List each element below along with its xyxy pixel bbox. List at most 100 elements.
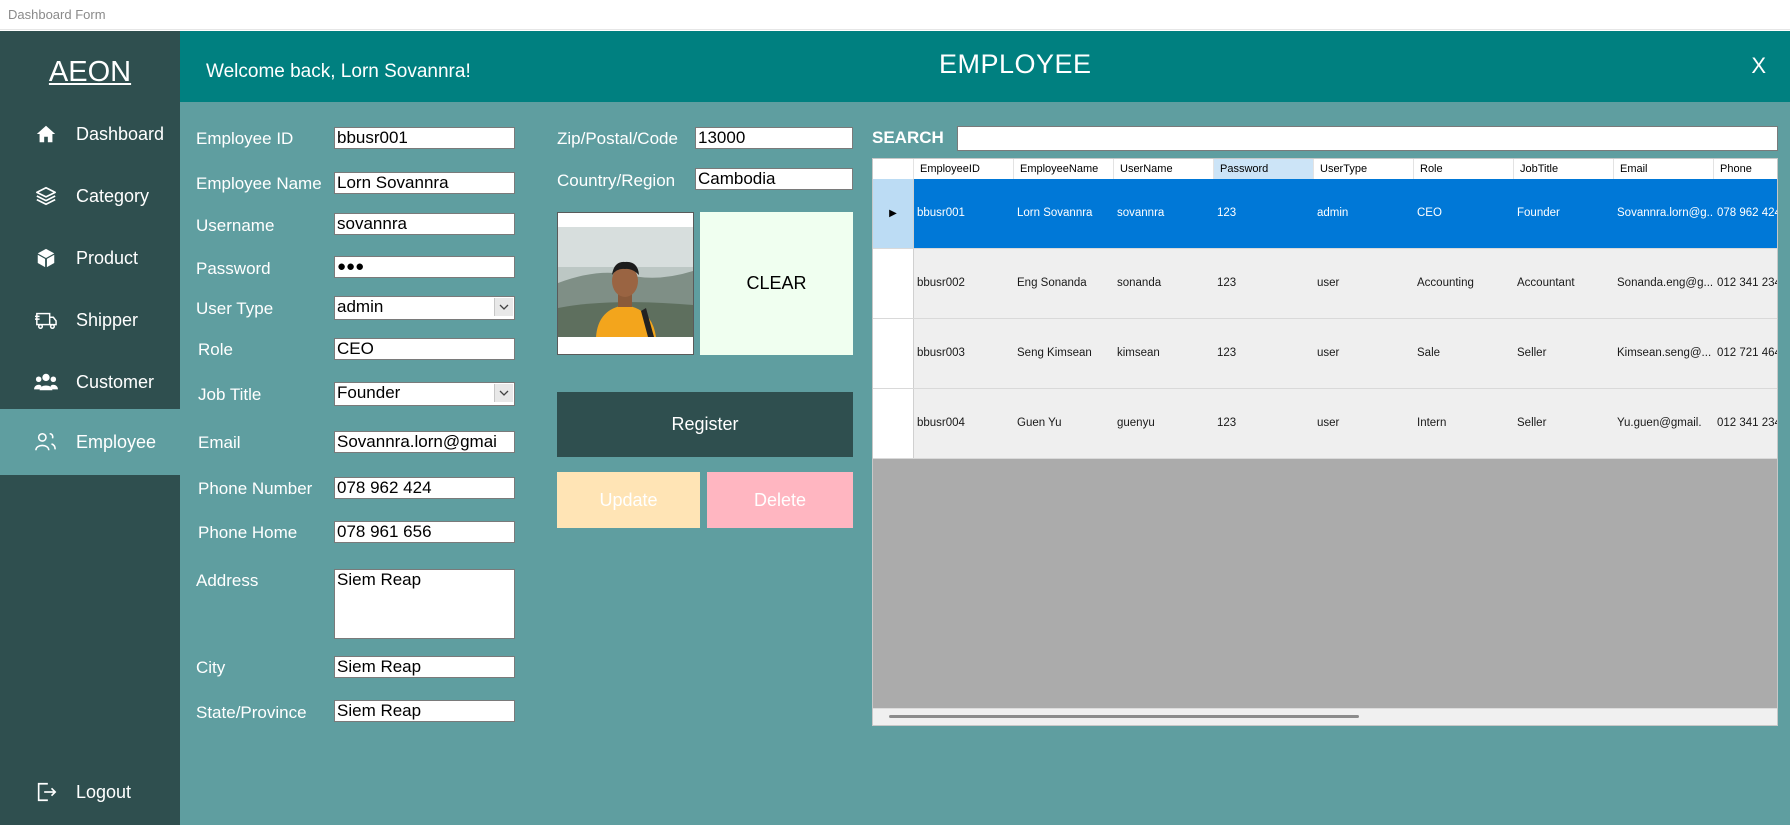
table-cell-employeename[interactable]: Lorn Sovannra [1014, 179, 1114, 248]
welcome-message: Welcome back, Lorn Sovannra! [206, 61, 471, 82]
table-header: EmployeeID EmployeeName UserName Passwor… [873, 159, 1777, 180]
employee-name-field[interactable]: Lorn Sovannra [334, 172, 515, 194]
column-header-usertype[interactable]: UserType [1314, 159, 1414, 179]
logout-button[interactable]: Logout [0, 761, 180, 823]
table-cell-usertype[interactable]: user [1314, 319, 1414, 388]
table-cell-jobtitle[interactable]: Founder [1514, 179, 1614, 248]
username-field[interactable]: sovannra [334, 213, 515, 235]
table-cell-employeeid[interactable]: bbusr003 [914, 319, 1014, 388]
role-field[interactable]: CEO [334, 338, 515, 360]
column-header-email[interactable]: Email [1614, 159, 1714, 179]
job-title-select[interactable]: Founder [334, 382, 515, 406]
phone-home-field[interactable]: 078 961 656 [334, 521, 515, 543]
table-row[interactable]: bbusr003 Seng Kimsean kimsean 123 user Sale Se… [873, 319, 1777, 389]
phone-number-label: Phone Number [198, 479, 313, 498]
table-cell-usertype[interactable]: user [1314, 389, 1414, 458]
table-cell-password[interactable]: 123 [1214, 249, 1314, 318]
column-header-employeename[interactable]: EmployeeName [1014, 159, 1114, 179]
column-header-jobtitle[interactable]: JobTitle [1514, 159, 1614, 179]
clear-button[interactable]: CLEAR [700, 212, 853, 355]
address-label: Address [196, 571, 259, 590]
horizontal-scrollbar[interactable] [873, 708, 1777, 725]
user-type-select[interactable]: admin [334, 296, 515, 320]
table-row[interactable]: bbusr002 Eng Sonanda sonanda 123 user Account… [873, 249, 1777, 319]
sidebar-item-product[interactable]: Product [0, 227, 180, 289]
table-cell-role[interactable]: CEO [1414, 179, 1514, 248]
employee-id-field[interactable]: bbusr001 [334, 127, 515, 149]
sidebar-item-label: Employee [76, 431, 157, 452]
email-field[interactable]: Sovannra.lorn@gmai [334, 431, 515, 453]
employee-photo[interactable] [557, 212, 694, 355]
sidebar-item-label: Dashboard [76, 123, 165, 144]
country-label: Country/Region [557, 171, 676, 190]
scrollbar-thumb[interactable] [889, 715, 1359, 718]
row-header[interactable] [873, 389, 914, 458]
sidebar-item-dashboard[interactable]: Dashboard [0, 103, 180, 165]
password-field[interactable]: ●●● [334, 256, 515, 278]
table-cell-phone[interactable]: 012 341 234 [1714, 249, 1777, 318]
column-header-employeeid[interactable]: EmployeeID [914, 159, 1014, 179]
table-cell-password[interactable]: 123 [1214, 319, 1314, 388]
table-cell-usertype[interactable]: admin [1314, 179, 1414, 248]
register-button[interactable]: Register [557, 392, 853, 457]
table-cell-jobtitle[interactable]: Seller [1514, 389, 1614, 458]
sidebar-item-shipper[interactable]: Shipper [0, 289, 180, 351]
table-cell-employeeid[interactable]: bbusr004 [914, 389, 1014, 458]
table-cell-email[interactable]: Kimsean.seng@... [1614, 319, 1714, 388]
employee-id-label: Employee ID [196, 129, 294, 148]
search-input[interactable] [957, 126, 1778, 151]
chevron-down-icon[interactable] [494, 384, 513, 402]
sidebar-item-customer[interactable]: Customer [0, 351, 180, 413]
employee-table[interactable]: EmployeeID EmployeeName UserName Passwor… [872, 158, 1778, 726]
table-cell-employeeid[interactable]: bbusr002 [914, 249, 1014, 318]
user-type-label: User Type [196, 299, 274, 318]
city-field[interactable]: Siem Reap [334, 656, 515, 678]
table-cell-role[interactable]: Intern [1414, 389, 1514, 458]
column-header-password[interactable]: Password [1214, 159, 1314, 179]
table-cell-phone[interactable]: 078 962 424 [1714, 179, 1777, 248]
table-cell-email[interactable]: Sovannra.lorn@g... [1614, 179, 1714, 248]
table-row[interactable]: ▶ bbusr001 Lorn Sovannra sovannra 123 admin CE… [873, 179, 1777, 249]
column-header-role[interactable]: Role [1414, 159, 1514, 179]
update-button[interactable]: Update [557, 472, 700, 528]
state-field[interactable]: Siem Reap [334, 700, 515, 722]
table-cell-employeename[interactable]: Eng Sonanda [1014, 249, 1114, 318]
table-cell-email[interactable]: Sonanda.eng@g... [1614, 249, 1714, 318]
row-header[interactable] [873, 249, 914, 318]
table-cell-phone[interactable]: 012 721 464 [1714, 319, 1777, 388]
table-cell-password[interactable]: 123 [1214, 389, 1314, 458]
table-cell-phone[interactable]: 012 341 234 [1714, 389, 1777, 458]
table-cell-employeename[interactable]: Guen Yu [1014, 389, 1114, 458]
sidebar: AEON Dashboard Category Product Shipper … [0, 31, 180, 825]
table-cell-jobtitle[interactable]: Accountant [1514, 249, 1614, 318]
table-row[interactable]: bbusr004 Guen Yu guenyu 123 user Intern Seller… [873, 389, 1777, 459]
table-cell-usertype[interactable]: user [1314, 249, 1414, 318]
table-cell-role[interactable]: Sale [1414, 319, 1514, 388]
table-cell-username[interactable]: kimsean [1114, 319, 1214, 388]
country-field[interactable]: Cambodia [695, 168, 853, 190]
table-cell-jobtitle[interactable]: Seller [1514, 319, 1614, 388]
chevron-down-icon[interactable] [494, 298, 513, 316]
sidebar-item-category[interactable]: Category [0, 165, 180, 227]
table-cell-email[interactable]: Yu.guen@gmail. [1614, 389, 1714, 458]
table-cell-username[interactable]: guenyu [1114, 389, 1214, 458]
phone-number-field[interactable]: 078 962 424 [334, 477, 515, 499]
delete-button[interactable]: Delete [707, 472, 853, 528]
close-button[interactable]: X [1751, 53, 1766, 79]
table-cell-username[interactable]: sovannra [1114, 179, 1214, 248]
row-header[interactable]: ▶ [873, 179, 914, 248]
column-header-username[interactable]: UserName [1114, 159, 1214, 179]
sidebar-item-employee[interactable]: Employee [0, 409, 180, 475]
table-cell-role[interactable]: Accounting [1414, 249, 1514, 318]
customer-icon [34, 370, 58, 394]
column-header-phone[interactable]: Phone [1714, 159, 1777, 179]
row-header[interactable] [873, 319, 914, 388]
table-cell-employeename[interactable]: Seng Kimsean [1014, 319, 1114, 388]
table-cell-employeeid[interactable]: bbusr001 [914, 179, 1014, 248]
home-icon [34, 122, 58, 146]
header-bar: Welcome back, Lorn Sovannra! EMPLOYEE X [180, 31, 1790, 102]
table-cell-password[interactable]: 123 [1214, 179, 1314, 248]
zip-field[interactable]: 13000 [695, 127, 853, 149]
table-cell-username[interactable]: sonanda [1114, 249, 1214, 318]
address-field[interactable]: Siem Reap [334, 569, 515, 639]
